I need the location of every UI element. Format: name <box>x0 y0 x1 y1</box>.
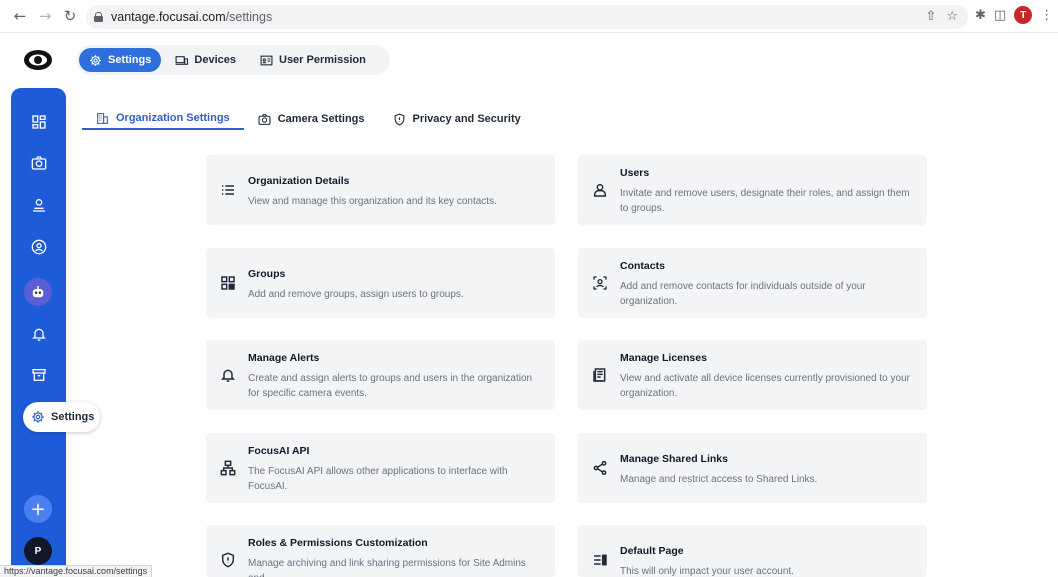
card-manage-alerts[interactable]: Manage Alerts Create and assign alerts t… <box>206 340 555 410</box>
card-title: Contacts <box>620 260 665 272</box>
card-organization-details[interactable]: Organization Details View and manage thi… <box>206 155 555 225</box>
card-description: View and manage this organization and it… <box>248 196 497 207</box>
devices-icon <box>175 55 189 65</box>
bell-icon <box>220 367 236 383</box>
api-icon <box>220 460 236 476</box>
shield-icon <box>220 552 236 568</box>
card-roles-permissions[interactable]: Roles & Permissions Customization Manage… <box>206 525 555 577</box>
tab-privacy-and-security-label: Privacy and Security <box>412 113 521 125</box>
sidebar-item-settings-label: Settings <box>51 411 95 423</box>
side-panel-icon[interactable]: ◫ <box>994 8 1006 23</box>
card-title: Manage Alerts <box>248 352 320 364</box>
card-manage-shared-links[interactable]: Manage Shared Links Manage and restrict … <box>578 433 927 503</box>
building-icon <box>97 112 108 124</box>
id-card-icon <box>260 55 273 65</box>
topnav-user-permission-label: User Permission <box>279 54 366 66</box>
default-page-icon <box>592 552 608 568</box>
card-contacts[interactable]: Contacts Add and remove contacts for ind… <box>578 248 927 318</box>
url-path: /settings <box>225 10 273 24</box>
card-title: Organization Details <box>248 175 350 187</box>
dashboard-icon[interactable] <box>30 113 48 131</box>
reload-icon[interactable]: ↻ <box>59 5 81 27</box>
card-description: View and activate all device licenses cu… <box>620 373 910 399</box>
share-page-icon[interactable]: ⇧ <box>925 9 936 24</box>
profile-avatar[interactable]: T <box>1014 6 1033 24</box>
archive-icon[interactable] <box>30 366 48 384</box>
sidebar-item-settings[interactable]: Settings <box>23 402 100 432</box>
bookmark-star-icon[interactable]: ☆ <box>946 9 958 24</box>
card-title: FocusAI API <box>248 445 310 457</box>
tab-camera-settings[interactable]: Camera Settings <box>244 108 379 130</box>
url-host: vantage.focusai.com <box>111 10 226 24</box>
card-groups[interactable]: Groups Add and remove groups, assign use… <box>206 248 555 318</box>
camera-icon[interactable] <box>30 154 48 172</box>
list-icon <box>220 182 236 198</box>
card-description: Manage and restrict access to Shared Lin… <box>620 474 818 485</box>
user-icon <box>592 182 608 198</box>
bell-icon[interactable] <box>30 325 48 343</box>
sidebar: + P <box>11 88 66 577</box>
topnav-user-permission[interactable]: User Permission <box>250 48 376 72</box>
tab-camera-settings-label: Camera Settings <box>277 113 365 125</box>
shield-icon <box>394 113 404 126</box>
card-focusai-api[interactable]: FocusAI API The FocusAI API allows other… <box>206 433 555 503</box>
address-bar[interactable]: vantage.focusai.com/settings ⇧ ☆ <box>86 5 968 29</box>
gear-icon <box>90 54 101 66</box>
card-title: Manage Licenses <box>620 352 707 364</box>
extensions-icon[interactable]: ✱ <box>975 8 986 23</box>
tab-organization-settings[interactable]: Organization Settings <box>82 108 244 130</box>
card-description: The FocusAI API allows other application… <box>248 466 508 492</box>
card-title: Roles & Permissions Customization <box>248 537 428 549</box>
gear-icon <box>32 411 44 423</box>
add-button[interactable]: + <box>24 495 52 523</box>
card-title: Manage Shared Links <box>620 453 728 465</box>
card-description: Manage archiving and link sharing permis… <box>248 558 526 577</box>
camera-icon <box>258 113 271 125</box>
tab-organization-settings-label: Organization Settings <box>116 112 230 124</box>
card-description: Add and remove contacts for individuals … <box>620 281 866 307</box>
app-logo[interactable] <box>22 47 54 73</box>
license-icon <box>592 367 608 383</box>
share-icon <box>592 460 608 476</box>
browser-toolbar: ← → ↻ vantage.focusai.com/settings ⇧ ☆ ✱… <box>0 0 1058 33</box>
person-pin-icon[interactable] <box>30 196 48 214</box>
card-manage-licenses[interactable]: Manage Licenses View and activate all de… <box>578 340 927 410</box>
face-scan-icon[interactable] <box>30 238 48 256</box>
topnav-devices-label: Devices <box>194 54 236 66</box>
card-description: Invitate and remove users, designate the… <box>620 188 910 214</box>
card-description: This will only impact your user account. <box>620 566 794 577</box>
card-title: Users <box>620 167 650 179</box>
topnav-settings-label: Settings <box>108 54 152 66</box>
card-users[interactable]: Users Invitate and remove users, designa… <box>578 155 927 225</box>
contact-icon <box>592 275 608 291</box>
forward-icon[interactable]: → <box>34 5 56 27</box>
kebab-menu-icon[interactable]: ⋮ <box>1040 8 1053 23</box>
card-title: Default Page <box>620 545 684 557</box>
back-icon[interactable]: ← <box>9 5 31 27</box>
user-avatar[interactable]: P <box>24 537 52 565</box>
lock-icon <box>94 12 103 22</box>
topnav-devices[interactable]: Devices <box>165 48 246 72</box>
card-default-page[interactable]: Default Page This will only impact your … <box>578 525 927 577</box>
card-description: Add and remove groups, assign users to g… <box>248 289 464 300</box>
top-navigation: Settings Devices User Permission <box>76 45 390 75</box>
tab-privacy-and-security[interactable]: Privacy and Security <box>379 108 535 130</box>
topnav-settings[interactable]: Settings <box>79 48 162 72</box>
settings-subtabs: Organization Settings Camera Settings Pr… <box>82 108 535 132</box>
bot-icon[interactable] <box>24 278 52 306</box>
card-description: Create and assign alerts to groups and u… <box>248 373 533 399</box>
groups-grid-icon <box>220 275 236 291</box>
status-bar-url: https://vantage.focusai.com/settings <box>0 565 153 577</box>
card-title: Groups <box>248 268 286 280</box>
